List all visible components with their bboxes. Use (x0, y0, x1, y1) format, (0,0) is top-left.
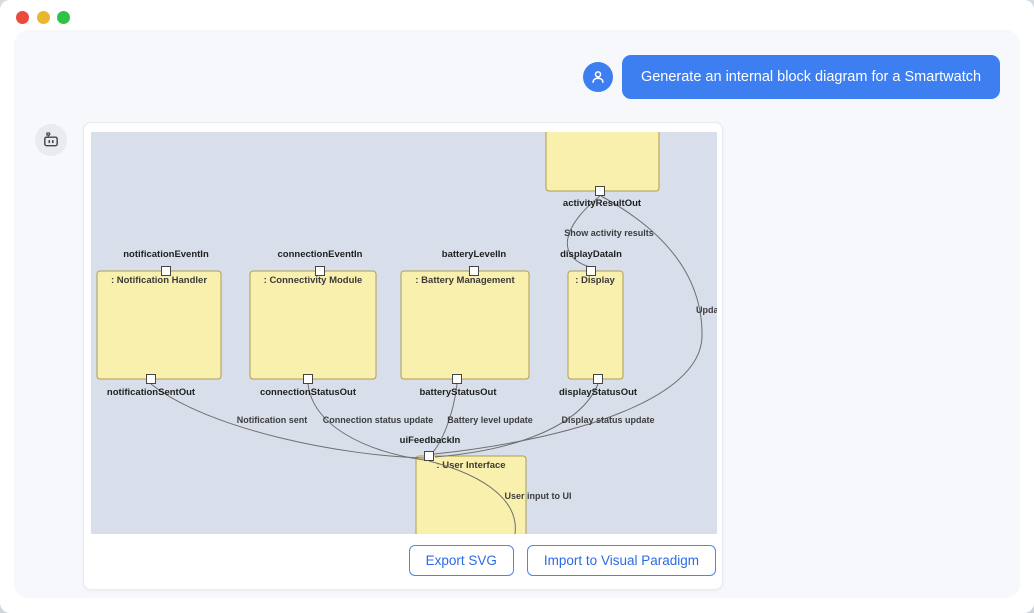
port-displayStatusOut (594, 375, 603, 384)
port-batteryLevelIn (470, 267, 479, 276)
block-notification-handler (97, 271, 221, 379)
block-title-notification-handler: : Notification Handler (111, 275, 207, 286)
port-connectionEventIn (316, 267, 325, 276)
port-label-notificationSentOut: notificationSentOut (107, 387, 196, 398)
port-notificationSentOut (147, 375, 156, 384)
port-label-batteryStatusOut: batteryStatusOut (419, 387, 497, 398)
block-title-connectivity-module: : Connectivity Module (264, 275, 363, 286)
edge-label-connection-status-update: Connection status update (323, 415, 434, 425)
minimize-window-button[interactable] (37, 11, 50, 24)
block-battery-management (401, 271, 529, 379)
import-visual-paradigm-button[interactable]: Import to Visual Paradigm (527, 545, 716, 576)
port-label-displayStatusOut: displayStatusOut (559, 387, 638, 398)
block-connectivity-module (250, 271, 376, 379)
port-activityResultOut (596, 187, 605, 196)
port-label-notificationEventIn: notificationEventIn (123, 249, 209, 260)
port-batteryStatusOut (453, 375, 462, 384)
port-label-batteryLevelIn: batteryLevelIn (442, 249, 507, 260)
block-title-battery-management: : Battery Management (415, 275, 515, 286)
port-connectionStatusOut (304, 375, 313, 384)
block-title-user-interface: : User Interface (436, 460, 505, 471)
port-displayDataIn (587, 267, 596, 276)
port-label-uiFeedbackIn: uiFeedbackIn (400, 435, 461, 446)
user-avatar (583, 62, 613, 92)
block-display (568, 271, 623, 379)
edge-label-battery-level-update: Battery level update (447, 415, 533, 425)
edge-label-notification-sent: Notification sent (237, 415, 308, 425)
port-label-connectionEventIn: connectionEventIn (278, 249, 363, 260)
user-message-bubble: Generate an internal block diagram for a… (622, 55, 1000, 99)
edge-label-show-activity-results: Show activity results (564, 228, 654, 238)
port-label-displayDataIn: displayDataIn (560, 249, 622, 260)
robot-icon (41, 130, 61, 150)
edge-label-display-status-update: Display status update (561, 415, 654, 425)
port-uiFeedbackIn (425, 452, 434, 461)
diagram-actions: Export SVG Import to Visual Paradigm (409, 545, 716, 576)
window-titlebar (0, 0, 1034, 30)
bot-avatar (35, 124, 67, 156)
diagram-card: : Notification Handler : Connectivity Mo… (83, 122, 723, 590)
export-svg-button[interactable]: Export SVG (409, 545, 514, 576)
block-title-display: : Display (575, 275, 615, 286)
port-label-activityResultOut: activityResultOut (563, 198, 642, 209)
zoom-window-button[interactable] (57, 11, 70, 24)
person-icon (589, 68, 607, 86)
diagram-canvas: : Notification Handler : Connectivity Mo… (91, 132, 717, 534)
edge-label-update-clipped: Upda (696, 305, 717, 315)
chat-panel: Generate an internal block diagram for a… (14, 30, 1020, 598)
port-label-connectionStatusOut: connectionStatusOut (260, 387, 357, 398)
block-activity-tracker (546, 132, 659, 191)
edge-label-user-input-to-ui: User input to UI (505, 491, 572, 501)
port-notificationEventIn (162, 267, 171, 276)
app-window: Generate an internal block diagram for a… (0, 0, 1034, 613)
close-window-button[interactable] (16, 11, 29, 24)
